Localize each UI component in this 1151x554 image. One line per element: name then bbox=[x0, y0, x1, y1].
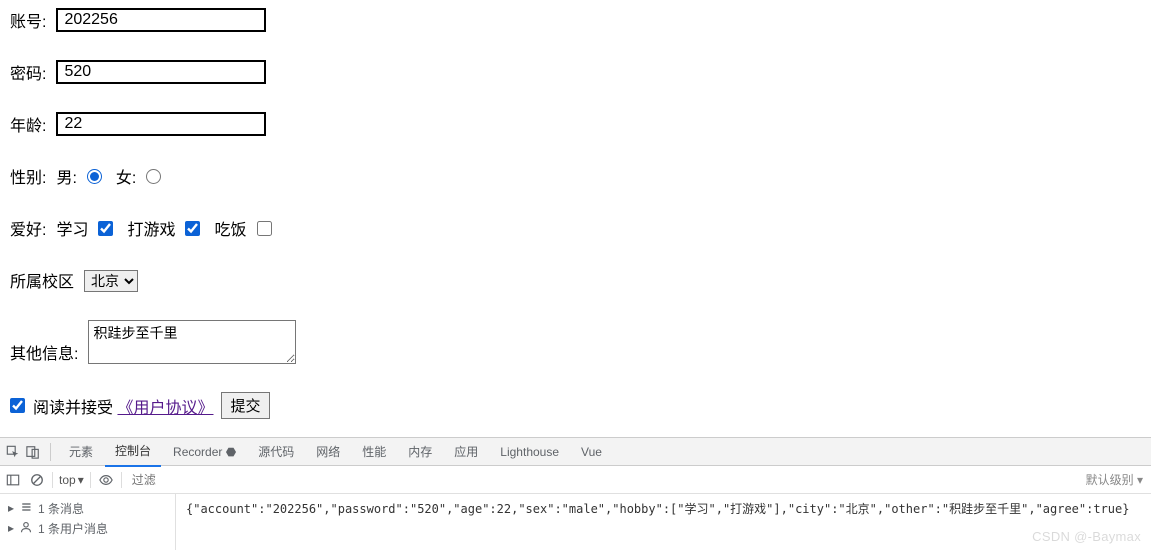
console-toolbar: top ▾ 默认级别 ▾ bbox=[0, 466, 1151, 494]
tab-performance[interactable]: 性能 bbox=[352, 437, 396, 466]
tab-vue[interactable]: Vue bbox=[571, 439, 612, 465]
pin-icon: ⬣ bbox=[226, 445, 236, 459]
form-area: 账号: 密码: 年龄: 性别: 男: 女: 爱好: 学习 打游戏 吃饭 所属校区 bbox=[0, 0, 1151, 437]
account-input[interactable] bbox=[56, 8, 266, 32]
separator bbox=[121, 472, 122, 488]
row-password: 密码: bbox=[10, 60, 1141, 84]
tab-recorder[interactable]: Recorder ⬣ bbox=[163, 439, 246, 465]
other-label: 其他信息: bbox=[10, 340, 78, 364]
log-levels-dropdown[interactable]: 默认级别 ▾ bbox=[1086, 471, 1143, 488]
chevron-down-icon: ▾ bbox=[78, 473, 84, 487]
password-input[interactable] bbox=[56, 60, 266, 84]
device-toggle-icon[interactable] bbox=[24, 443, 42, 461]
eye-icon[interactable] bbox=[97, 471, 115, 489]
separator bbox=[90, 472, 91, 488]
sex-male-label: 男: bbox=[56, 164, 76, 188]
sidebar-user-messages[interactable]: ▸ 1 条用户消息 bbox=[8, 518, 167, 538]
console-sidebar: ▸ 1 条消息 ▸ 1 条用户消息 bbox=[0, 494, 176, 550]
console-output[interactable]: {"account":"202256","password":"520","ag… bbox=[176, 494, 1151, 550]
row-campus: 所属校区 北京 bbox=[10, 268, 1141, 292]
chevron-right-icon: ▸ bbox=[8, 501, 14, 515]
tab-lighthouse[interactable]: Lighthouse bbox=[490, 439, 569, 465]
hobby-label: 爱好: bbox=[10, 216, 46, 240]
row-other: 其他信息: 积跬步至千里 bbox=[10, 320, 1141, 364]
hobby-group: 学习 打游戏 吃饭 bbox=[56, 216, 271, 240]
context-label: top bbox=[59, 473, 76, 487]
sidebar-toggle-icon[interactable] bbox=[4, 471, 22, 489]
sex-female-label: 女: bbox=[116, 164, 136, 188]
separator bbox=[52, 472, 53, 488]
chevron-right-icon: ▸ bbox=[8, 521, 14, 535]
sex-label: 性别: bbox=[10, 164, 46, 188]
row-sex: 性别: 男: 女: bbox=[10, 164, 1141, 188]
tab-recorder-label: Recorder bbox=[173, 445, 222, 459]
devtools-panel: 元素 控制台 Recorder ⬣ 源代码 网络 性能 内存 应用 Lighth… bbox=[0, 437, 1151, 550]
clear-console-icon[interactable] bbox=[28, 471, 46, 489]
devtools-tabbar: 元素 控制台 Recorder ⬣ 源代码 网络 性能 内存 应用 Lighth… bbox=[0, 438, 1151, 466]
password-label: 密码: bbox=[10, 60, 46, 84]
sidebar-user-messages-label: 1 条用户消息 bbox=[38, 520, 108, 537]
filter-input[interactable] bbox=[128, 470, 1080, 490]
age-label: 年龄: bbox=[10, 112, 46, 136]
agreement-link[interactable]: 《用户协议》 bbox=[117, 400, 213, 417]
console-body: ▸ 1 条消息 ▸ 1 条用户消息 {"account":"202256","p… bbox=[0, 494, 1151, 550]
submit-button[interactable]: 提交 bbox=[221, 392, 269, 419]
tab-sources[interactable]: 源代码 bbox=[248, 437, 304, 466]
hobby-eat-label: 吃饭 bbox=[214, 216, 246, 240]
campus-select[interactable]: 北京 bbox=[84, 270, 138, 292]
tab-application[interactable]: 应用 bbox=[444, 437, 488, 466]
account-label: 账号: bbox=[10, 8, 46, 32]
sidebar-messages[interactable]: ▸ 1 条消息 bbox=[8, 498, 167, 518]
agree-text-wrap: 阅读并接受 《用户协议》 bbox=[33, 394, 213, 418]
hobby-game-checkbox[interactable] bbox=[185, 221, 200, 236]
tab-console[interactable]: 控制台 bbox=[105, 436, 161, 467]
campus-label: 所属校区 bbox=[10, 268, 74, 292]
list-icon bbox=[20, 501, 32, 516]
tab-network[interactable]: 网络 bbox=[306, 437, 350, 466]
agree-checkbox[interactable] bbox=[10, 398, 25, 413]
row-age: 年龄: bbox=[10, 112, 1141, 136]
agree-text: 阅读并接受 bbox=[33, 400, 113, 417]
hobby-eat-checkbox[interactable] bbox=[257, 221, 272, 236]
other-textarea[interactable]: 积跬步至千里 bbox=[88, 320, 296, 364]
age-input[interactable] bbox=[56, 112, 266, 136]
hobby-study-label: 学习 bbox=[56, 216, 88, 240]
watermark: CSDN @-Baymax bbox=[1032, 527, 1141, 548]
hobby-study-checkbox[interactable] bbox=[98, 221, 113, 236]
tab-elements[interactable]: 元素 bbox=[59, 437, 103, 466]
inspect-icon[interactable] bbox=[4, 443, 22, 461]
sex-female-radio[interactable] bbox=[146, 169, 161, 184]
sex-group: 男: 女: bbox=[56, 164, 161, 188]
hobby-game-label: 打游戏 bbox=[127, 216, 175, 240]
context-selector[interactable]: top ▾ bbox=[59, 473, 84, 487]
user-icon bbox=[20, 521, 32, 536]
sex-male-radio[interactable] bbox=[87, 169, 102, 184]
tab-memory[interactable]: 内存 bbox=[398, 437, 442, 466]
separator bbox=[50, 443, 51, 461]
row-hobby: 爱好: 学习 打游戏 吃饭 bbox=[10, 216, 1141, 240]
row-agree: 阅读并接受 《用户协议》 提交 bbox=[10, 392, 1141, 419]
row-account: 账号: bbox=[10, 8, 1141, 32]
console-log-line: {"account":"202256","password":"520","ag… bbox=[186, 502, 1129, 516]
sidebar-messages-label: 1 条消息 bbox=[38, 500, 84, 517]
log-levels-label: 默认级别 bbox=[1086, 473, 1134, 487]
